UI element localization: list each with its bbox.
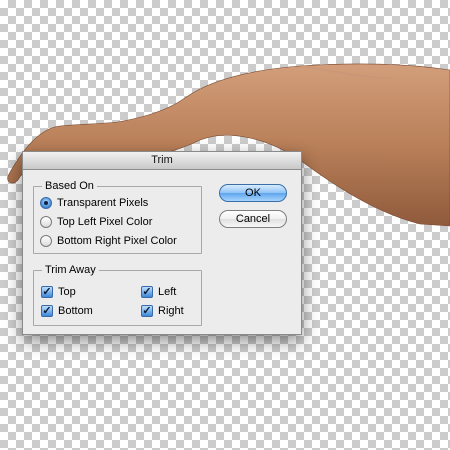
checkbox-label: Bottom — [58, 305, 93, 317]
checkbox-top[interactable]: ✓ Top — [41, 286, 76, 298]
trim-away-legend: Trim Away — [45, 264, 96, 276]
radio-button-icon[interactable] — [40, 216, 52, 228]
trim-dialog: Trim Based On Transparent Pixels Top Lef… — [22, 151, 302, 335]
based-on-legend: Based On — [45, 180, 94, 192]
checkmark-icon[interactable]: ✓ — [141, 286, 153, 298]
checkbox-label: Top — [58, 286, 76, 298]
ok-button[interactable]: OK — [219, 184, 287, 202]
radio-top-left-pixel-color[interactable]: Top Left Pixel Color — [40, 216, 152, 228]
checkmark-icon[interactable]: ✓ — [41, 286, 53, 298]
dialog-titlebar[interactable]: Trim — [23, 152, 301, 170]
checkbox-right[interactable]: ✓ Right — [141, 305, 184, 317]
checkbox-bottom[interactable]: ✓ Bottom — [41, 305, 93, 317]
radio-bottom-right-pixel-color[interactable]: Bottom Right Pixel Color — [40, 235, 177, 247]
checkbox-left[interactable]: ✓ Left — [141, 286, 176, 298]
checkbox-label: Right — [158, 305, 184, 317]
checkmark-icon[interactable]: ✓ — [41, 305, 53, 317]
radio-label: Top Left Pixel Color — [57, 216, 153, 228]
dialog-title: Trim — [151, 154, 173, 166]
checkbox-label: Left — [158, 286, 177, 298]
radio-button-icon[interactable] — [40, 197, 52, 209]
radio-label: Transparent Pixels — [57, 197, 149, 209]
radio-transparent-pixels[interactable]: Transparent Pixels — [40, 197, 148, 209]
radio-button-icon[interactable] — [40, 235, 52, 247]
checkmark-icon[interactable]: ✓ — [141, 305, 153, 317]
cancel-button[interactable]: Cancel — [219, 210, 287, 228]
radio-label: Bottom Right Pixel Color — [57, 235, 177, 247]
